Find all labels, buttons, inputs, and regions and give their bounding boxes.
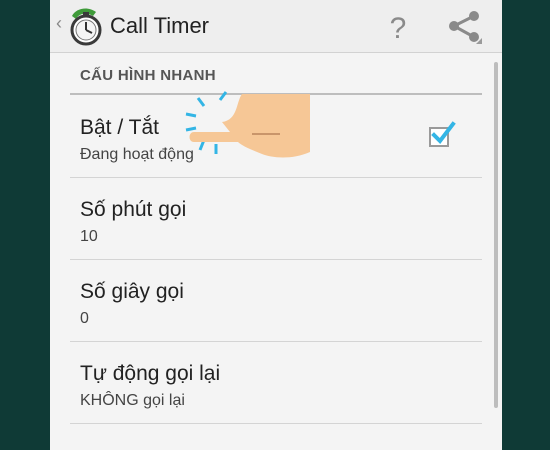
pref-summary: 0	[80, 310, 89, 327]
row-divider	[70, 423, 482, 424]
pref-summary: KHÔNG gọi lại	[80, 392, 185, 409]
pref-title: Bật / Tắt	[80, 116, 159, 139]
section-header: CẤU HÌNH NHANH	[80, 67, 216, 84]
pointing-hand-icon	[185, 91, 310, 158]
settings-screen: ‹ Call Timer ? CẤU HÌNH NHANH Bật / Tắt …	[50, 0, 502, 450]
pref-auto-redial[interactable]: Tự động gọi lại KHÔNG gọi lại	[70, 343, 482, 424]
pref-title: Số giây gọi	[80, 280, 184, 303]
check-icon	[431, 121, 456, 145]
stopwatch-phone-icon[interactable]	[66, 6, 104, 46]
pref-summary: Đang hoạt động	[80, 146, 194, 163]
action-bar: ‹ Call Timer ?	[50, 0, 502, 53]
row-divider	[70, 177, 482, 178]
enable-checkbox[interactable]	[429, 121, 456, 147]
pref-call-seconds[interactable]: Số giây gọi 0	[70, 261, 482, 342]
pref-title: Số phút gọi	[80, 198, 187, 221]
row-divider	[70, 341, 482, 342]
chevron-left-icon[interactable]: ‹	[54, 12, 64, 34]
pref-call-minutes[interactable]: Số phút gọi 10	[70, 179, 482, 260]
app-title: Call Timer	[110, 13, 210, 38]
row-divider	[70, 259, 482, 260]
help-icon[interactable]: ?	[380, 8, 416, 44]
pref-summary: 10	[80, 228, 98, 245]
share-icon[interactable]	[446, 8, 486, 46]
pref-title: Tự động gọi lại	[80, 362, 221, 385]
scrollbar[interactable]	[494, 62, 498, 408]
svg-text:?: ?	[390, 12, 407, 44]
